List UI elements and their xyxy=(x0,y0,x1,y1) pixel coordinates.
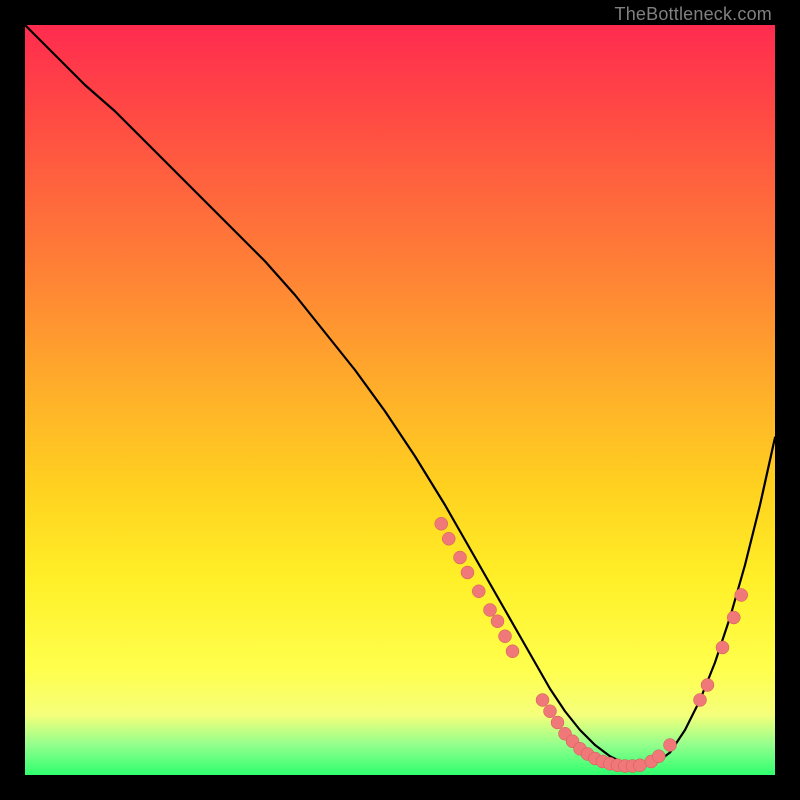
chart-svg xyxy=(25,25,775,775)
watermark-text: TheBottleneck.com xyxy=(615,4,772,25)
data-point xyxy=(664,739,677,752)
data-point xyxy=(735,589,748,602)
data-point xyxy=(652,750,665,763)
data-point xyxy=(716,641,729,654)
data-point xyxy=(694,694,707,707)
data-point xyxy=(491,615,504,628)
data-point xyxy=(727,611,740,624)
data-point xyxy=(536,694,549,707)
data-point xyxy=(454,551,467,564)
data-point xyxy=(701,679,714,692)
data-point xyxy=(551,716,564,729)
data-markers xyxy=(435,517,748,772)
plot-area xyxy=(25,25,775,775)
data-point xyxy=(472,585,485,598)
data-point xyxy=(506,645,519,658)
data-point xyxy=(484,604,497,617)
data-point xyxy=(442,532,455,545)
chart-frame: TheBottleneck.com xyxy=(0,0,800,800)
data-point xyxy=(461,566,474,579)
data-point xyxy=(499,630,512,643)
bottleneck-curve xyxy=(25,25,775,766)
data-point xyxy=(544,705,557,718)
data-point xyxy=(435,517,448,530)
